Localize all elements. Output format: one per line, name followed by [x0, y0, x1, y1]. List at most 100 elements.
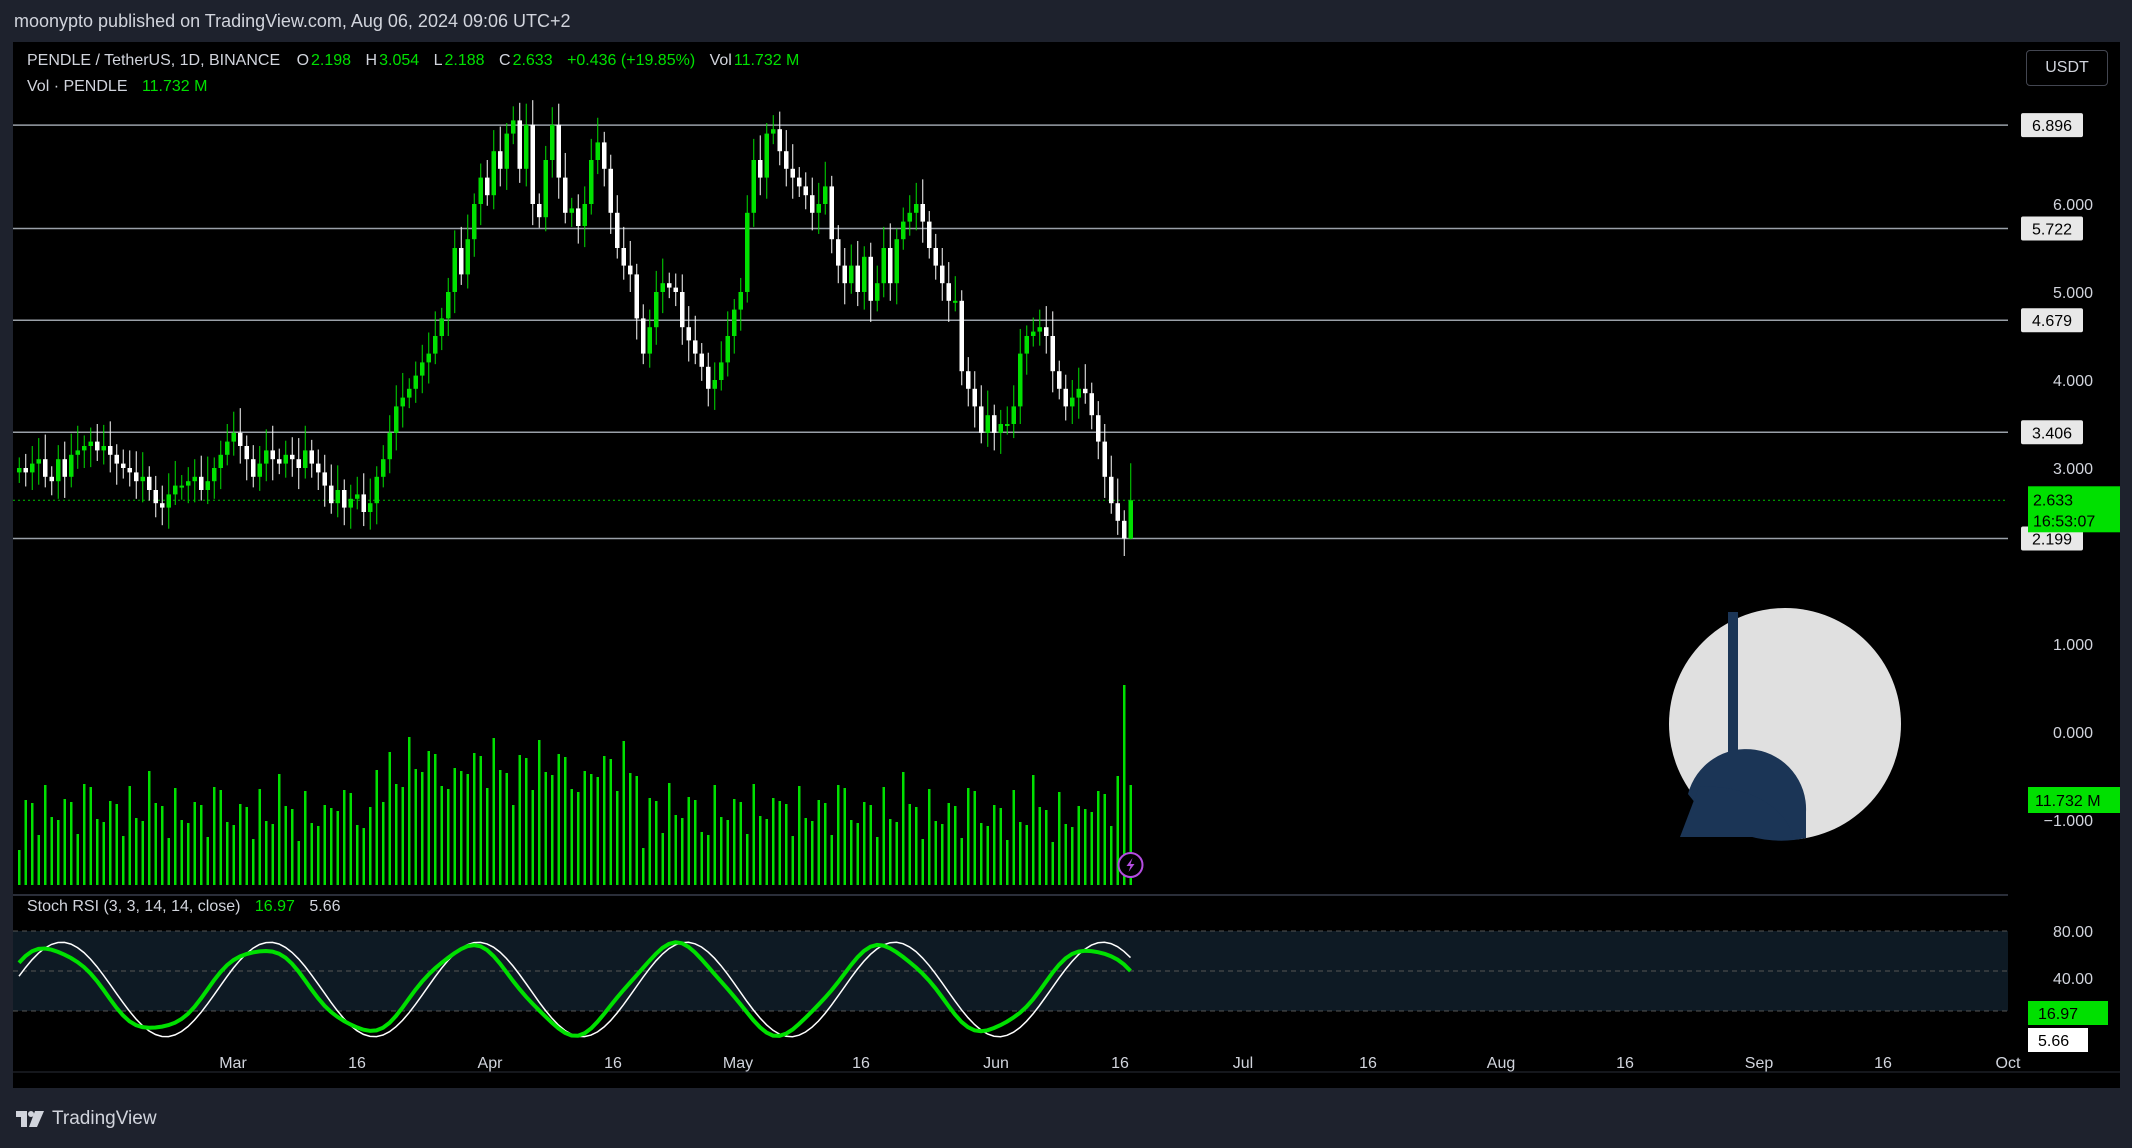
candle[interactable] [1024, 325, 1030, 375]
candle[interactable] [205, 456, 211, 505]
candle[interactable] [374, 466, 380, 525]
candle[interactable] [394, 385, 399, 451]
candle[interactable] [433, 311, 438, 365]
candle[interactable] [686, 306, 692, 362]
candle[interactable] [348, 484, 354, 529]
candle[interactable] [745, 195, 750, 303]
candle[interactable] [777, 111, 783, 166]
chart-canvas[interactable]: 6.000 5.000 4.000 3.000 1.000 0.000 −1.000 6.89… [13, 42, 2120, 1088]
candle[interactable] [1057, 360, 1062, 400]
candle[interactable] [712, 362, 718, 410]
candle[interactable] [231, 411, 237, 456]
candle[interactable] [920, 179, 926, 243]
candle[interactable] [1005, 406, 1010, 435]
candle[interactable] [933, 233, 939, 280]
chart-area[interactable]: 6.000 5.000 4.000 3.000 1.000 0.000 −1.000 6.89… [13, 42, 2120, 1088]
candle[interactable] [465, 214, 471, 289]
candle[interactable] [498, 126, 503, 187]
candle[interactable] [413, 361, 419, 403]
candle[interactable] [797, 167, 802, 197]
candle[interactable] [36, 438, 42, 485]
candle[interactable] [491, 130, 497, 210]
candle[interactable] [23, 453, 29, 487]
candle[interactable] [732, 299, 737, 354]
candle[interactable] [153, 475, 159, 518]
candle[interactable] [628, 240, 633, 292]
candle[interactable] [667, 272, 672, 299]
level-price-label[interactable]: 5.722 [2021, 216, 2083, 241]
candle[interactable] [420, 344, 425, 394]
candle[interactable] [121, 449, 126, 479]
candle[interactable] [875, 265, 880, 312]
candle[interactable] [823, 161, 828, 215]
candle[interactable] [1109, 455, 1114, 514]
candle[interactable] [907, 195, 913, 236]
candle[interactable] [894, 228, 900, 305]
candle[interactable] [160, 485, 165, 526]
candle[interactable] [517, 102, 523, 183]
candle[interactable] [30, 446, 35, 490]
candle[interactable] [114, 444, 120, 485]
candle[interactable] [1096, 401, 1101, 460]
candle[interactable] [277, 448, 282, 475]
candle[interactable] [751, 138, 757, 227]
candle[interactable] [771, 115, 776, 145]
candle[interactable] [309, 439, 315, 478]
candle[interactable] [1011, 385, 1017, 439]
candle[interactable] [699, 343, 705, 381]
candle[interactable] [355, 476, 360, 510]
candle[interactable] [322, 454, 328, 507]
candle[interactable] [563, 152, 568, 224]
candle[interactable] [842, 248, 848, 305]
candle[interactable] [238, 408, 243, 464]
candle[interactable] [329, 464, 334, 514]
candle[interactable] [140, 452, 146, 503]
candle[interactable] [524, 103, 529, 187]
candle[interactable] [452, 230, 458, 314]
candle[interactable] [192, 459, 198, 503]
candle[interactable] [1089, 382, 1095, 430]
candle[interactable] [251, 445, 256, 488]
candle[interactable] [680, 274, 685, 345]
candle[interactable] [101, 424, 107, 465]
candle[interactable] [296, 438, 302, 490]
level-price-label[interactable]: 3.406 [2021, 420, 2083, 445]
candle[interactable] [290, 437, 295, 477]
candle[interactable] [927, 211, 932, 259]
candle[interactable] [602, 131, 607, 187]
candle[interactable] [316, 449, 321, 490]
candle[interactable] [784, 130, 789, 187]
candle[interactable] [446, 277, 451, 336]
candle[interactable] [543, 145, 549, 232]
candle[interactable] [790, 144, 796, 199]
candle[interactable] [660, 258, 666, 314]
candle[interactable] [127, 450, 133, 487]
candle[interactable] [803, 172, 809, 210]
candle[interactable] [439, 307, 445, 351]
candle[interactable] [764, 123, 770, 199]
candle[interactable] [166, 473, 172, 529]
candle[interactable] [511, 106, 516, 145]
candle[interactable] [641, 304, 646, 365]
candle[interactable] [1050, 311, 1056, 393]
candle[interactable] [1037, 309, 1043, 346]
candle[interactable] [556, 103, 562, 199]
candle[interactable] [725, 311, 731, 377]
candle[interactable] [361, 473, 367, 527]
candle[interactable] [998, 409, 1004, 454]
candle[interactable] [387, 415, 393, 474]
candle[interactable] [901, 207, 906, 250]
candle[interactable] [992, 404, 997, 451]
candle[interactable] [407, 378, 412, 409]
candle[interactable] [264, 429, 269, 482]
candle[interactable] [225, 424, 230, 466]
candle[interactable] [985, 390, 991, 447]
candle[interactable] [88, 427, 94, 468]
candle[interactable] [472, 193, 477, 257]
candle[interactable] [816, 182, 822, 234]
candle[interactable] [634, 263, 640, 340]
candle[interactable] [283, 440, 289, 478]
candle[interactable] [550, 107, 555, 178]
candle[interactable] [758, 135, 763, 196]
candle[interactable] [56, 445, 61, 499]
